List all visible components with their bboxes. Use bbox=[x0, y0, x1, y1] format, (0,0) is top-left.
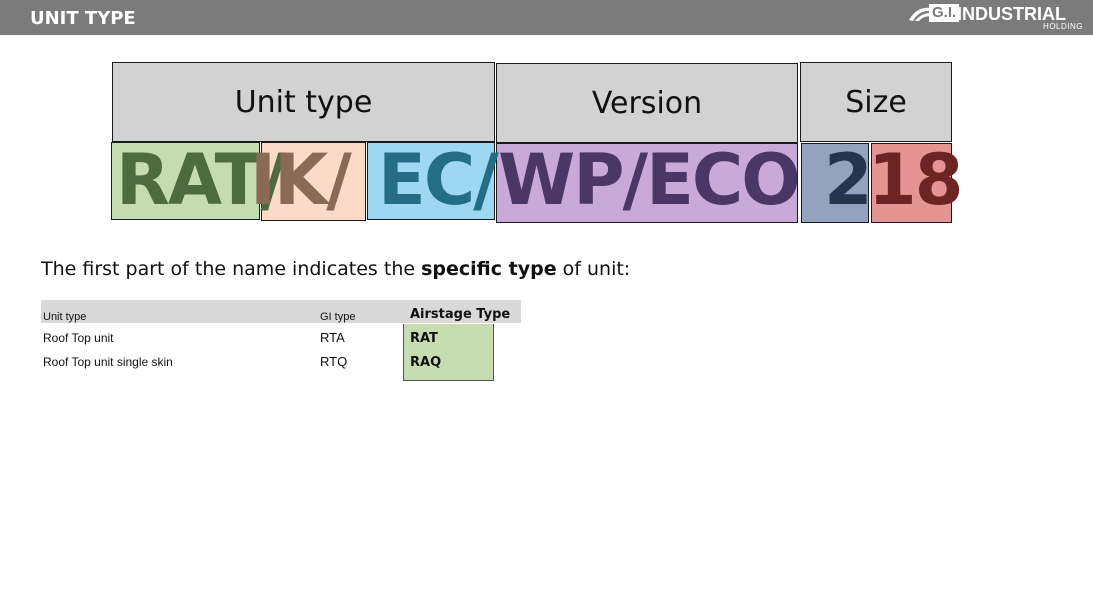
logo-badge: G.I. bbox=[929, 4, 960, 22]
col-header-unit-type: Unit type bbox=[43, 311, 87, 323]
table-cell-airstage-type: RAT bbox=[410, 331, 438, 346]
intro-prefix: The first part of the name indicates the bbox=[41, 258, 422, 280]
header-unit-type: Unit type bbox=[112, 62, 495, 142]
col-header-gi-type: GI type bbox=[320, 311, 356, 323]
logo-wing-icon bbox=[909, 7, 931, 21]
intro-text: The first part of the name indicates the… bbox=[41, 258, 630, 280]
unit-code: RAT/ IK/ EC/ WP/ECO 2 18 bbox=[112, 138, 963, 222]
slide-title: UNIT TYPE bbox=[30, 8, 136, 29]
header-version: Version bbox=[496, 63, 798, 143]
segment-ec: EC/ bbox=[378, 139, 499, 221]
company-logo: G.I. INDUSTRIAL HOLDING bbox=[903, 4, 1083, 32]
segment-wp-eco: WP/ECO bbox=[498, 139, 801, 221]
header-size: Size bbox=[800, 62, 952, 142]
intro-bold: specific type bbox=[421, 258, 557, 280]
table-cell-unit-type: Roof Top unit bbox=[43, 331, 114, 345]
title-bar: UNIT TYPE G.I. INDUSTRIAL HOLDING bbox=[0, 0, 1093, 35]
table-cell-gi-type: RTQ bbox=[320, 354, 348, 369]
table-cell-unit-type: Roof Top unit single skin bbox=[43, 355, 173, 369]
logo-name: INDUSTRIAL bbox=[957, 4, 1066, 24]
logo-subtitle: HOLDING bbox=[1043, 22, 1083, 31]
segment-size-18: 18 bbox=[868, 139, 963, 221]
segment-ik: IK/ bbox=[250, 139, 352, 221]
segment-size-2: 2 bbox=[824, 139, 873, 221]
col-header-airstage-type: Airstage Type bbox=[410, 307, 511, 322]
table-cell-gi-type: RTA bbox=[320, 330, 345, 345]
intro-suffix: of unit: bbox=[556, 258, 631, 280]
table-cell-airstage-type: RAQ bbox=[410, 355, 442, 370]
